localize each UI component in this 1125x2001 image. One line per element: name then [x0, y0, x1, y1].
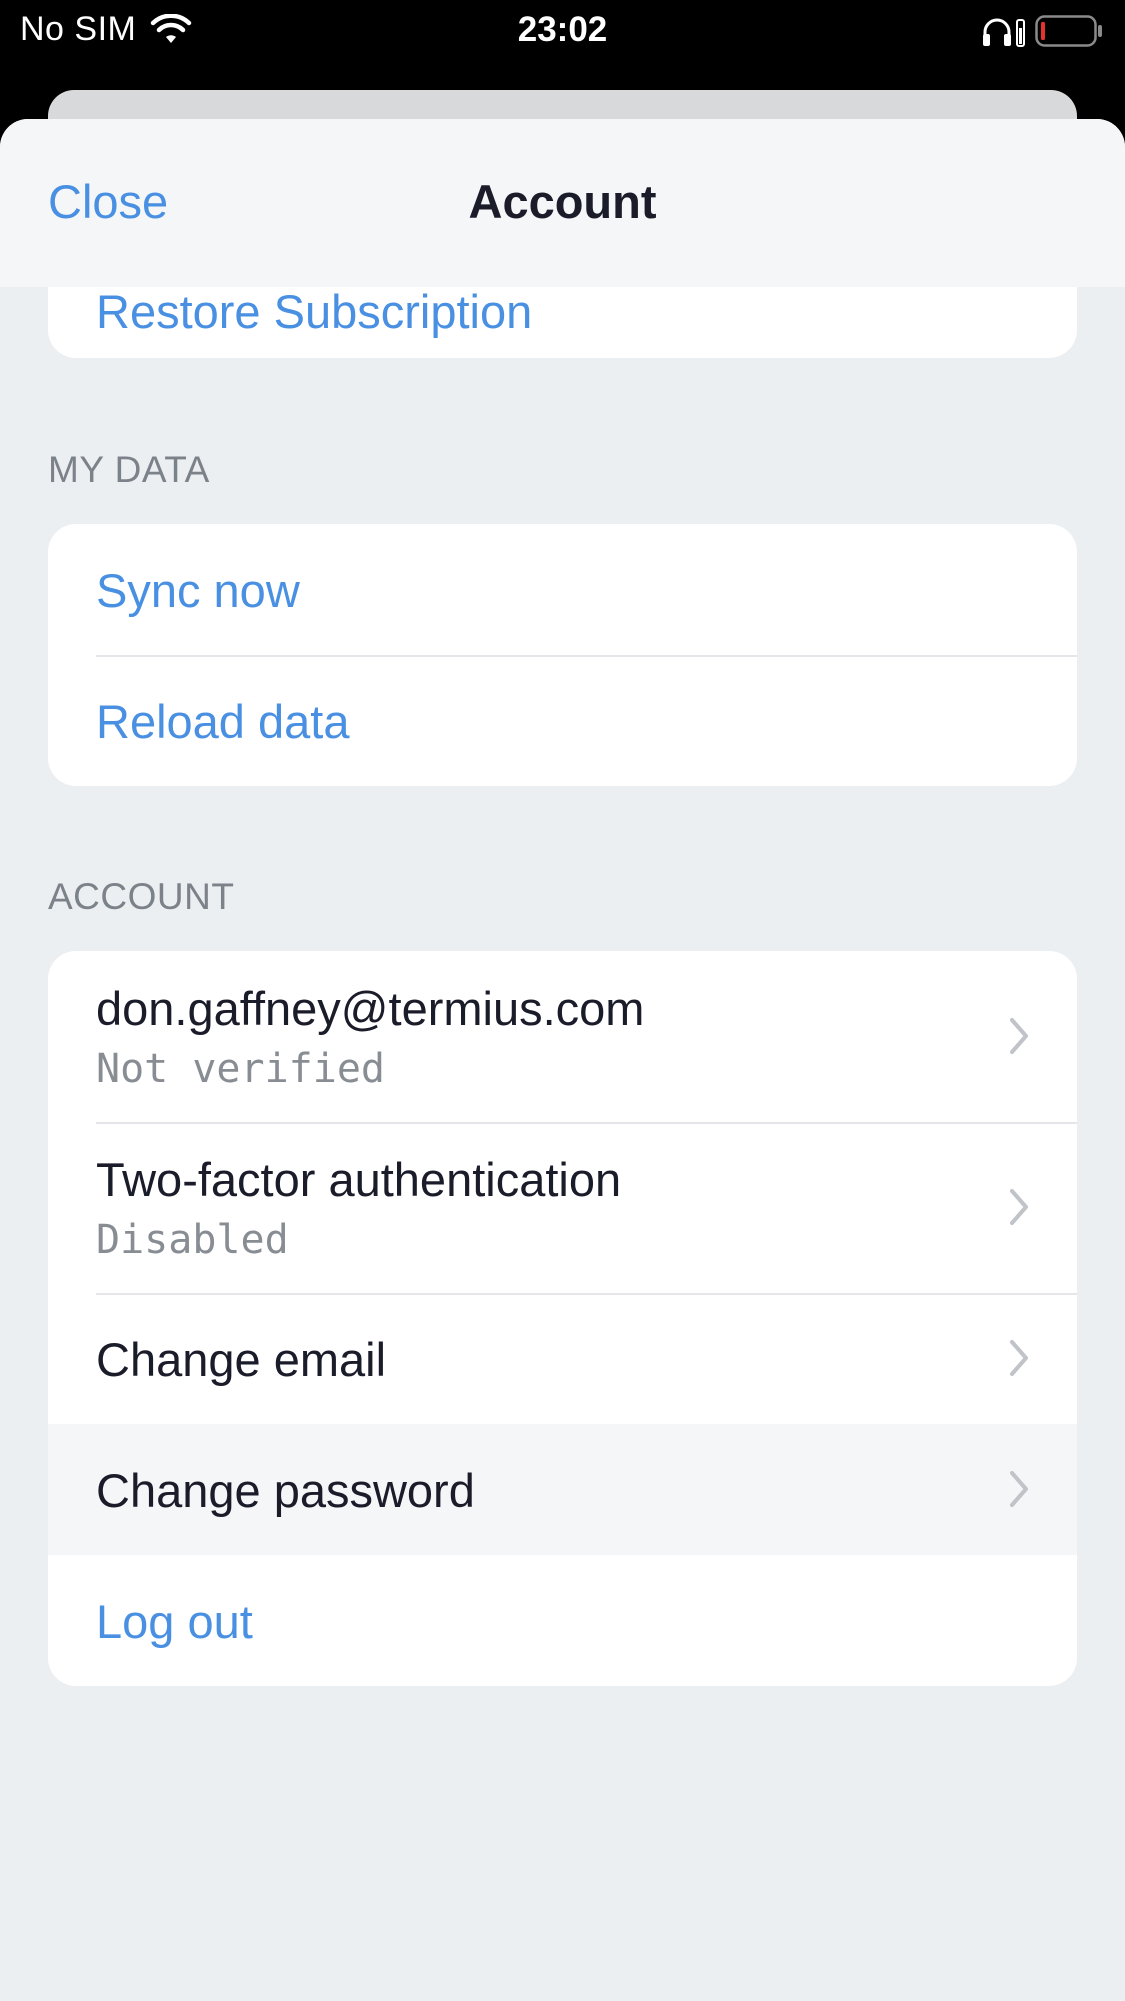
change-email-label: Change email	[96, 1333, 387, 1386]
two-factor-status: Disabled	[96, 1217, 289, 1263]
email-status: Not verified	[96, 1046, 385, 1092]
account-sheet: Close Account Restore Subscription MY DA…	[0, 119, 1125, 2001]
my-data-group: Sync now Reload data	[48, 524, 1077, 786]
change-email-row[interactable]: Change email	[48, 1293, 1077, 1424]
chevron-right-icon	[1010, 1018, 1028, 1054]
email-row[interactable]: don.gaffney@termius.com Not verified	[48, 951, 1077, 1122]
change-password-label: Change password	[96, 1464, 475, 1517]
account-group: don.gaffney@termius.com Not verified Two…	[48, 951, 1077, 1686]
navigation-bar: Close Account	[0, 119, 1125, 287]
restore-subscription-label: Restore Subscription	[96, 285, 533, 338]
chevron-right-icon	[1010, 1340, 1028, 1376]
change-password-row[interactable]: Change password	[48, 1424, 1077, 1555]
reload-data-label: Reload data	[96, 695, 350, 748]
chevron-right-icon	[1010, 1189, 1028, 1225]
status-time: 23:02	[517, 10, 608, 49]
two-factor-label: Two-factor authentication	[96, 1153, 622, 1206]
status-right	[981, 14, 1103, 48]
my-data-header: MY DATA	[48, 449, 210, 490]
chevron-right-icon	[1010, 1471, 1028, 1507]
headphones-icon	[983, 18, 1025, 47]
status-bar: No SIM 23:02	[0, 0, 1125, 62]
page-title: Account	[468, 175, 657, 228]
log-out-row[interactable]: Log out	[48, 1555, 1077, 1686]
two-factor-row[interactable]: Two-factor authentication Disabled	[48, 1122, 1077, 1293]
email-label: don.gaffney@termius.com	[96, 982, 645, 1035]
sync-now-row[interactable]: Sync now	[48, 524, 1077, 655]
account-header: ACCOUNT	[48, 876, 235, 917]
log-out-label: Log out	[96, 1595, 253, 1648]
battery-icon	[1035, 15, 1102, 47]
reload-data-row[interactable]: Reload data	[48, 655, 1077, 786]
sync-now-label: Sync now	[96, 564, 300, 617]
